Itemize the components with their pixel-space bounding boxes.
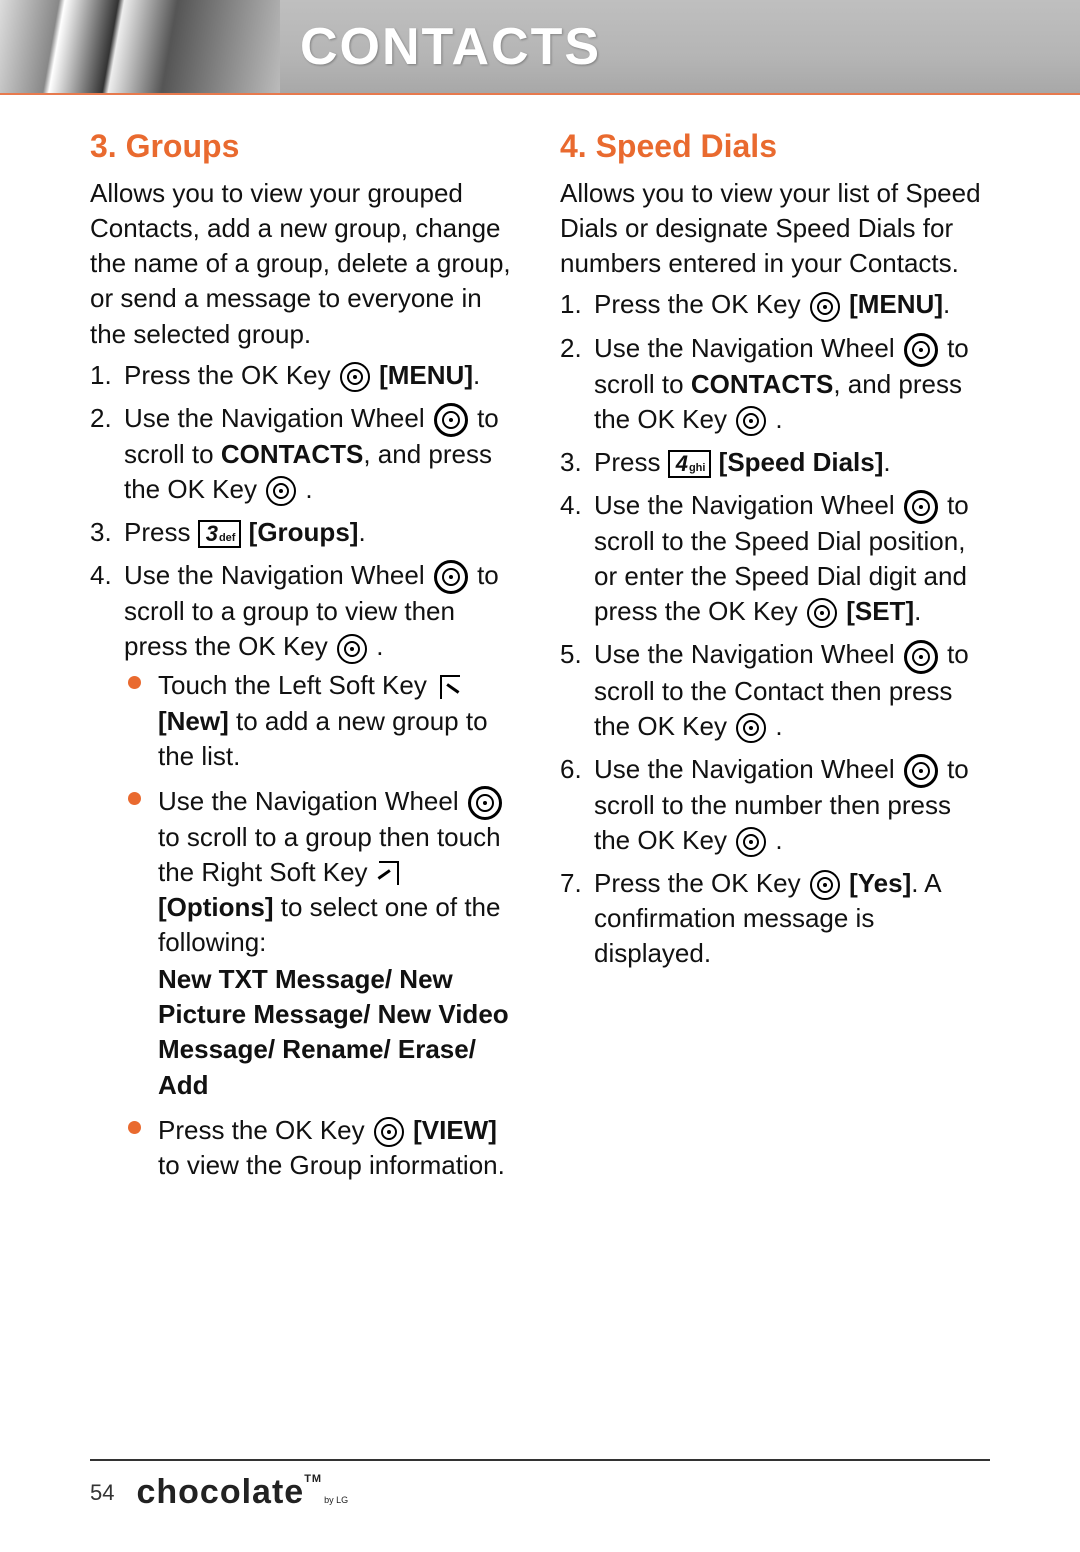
label: [Speed Dials] — [719, 447, 884, 477]
nav-wheel-icon — [434, 403, 468, 437]
groups-step-3: Press 3def [Groups]. — [90, 515, 520, 550]
text: to scroll to a group then touch the Righ… — [158, 822, 501, 887]
groups-intro: Allows you to view your grouped Contacts… — [90, 176, 520, 351]
text: Press the OK Key — [158, 1115, 372, 1145]
text: Press the OK Key — [594, 868, 808, 898]
keypad-3-icon: 3def — [198, 520, 242, 548]
key-num: 3 — [206, 523, 218, 545]
page-number: 54 — [90, 1480, 114, 1506]
text: Press — [124, 517, 198, 547]
ok-key-icon — [810, 292, 840, 322]
key-letters: ghi — [689, 463, 706, 474]
ok-key-icon — [266, 476, 296, 506]
groups-steps: Press the OK Key [MENU]. Use the Navigat… — [90, 358, 520, 1183]
groups-step-1: Press the OK Key [MENU]. — [90, 358, 520, 393]
section-title-speed-dials: 4. Speed Dials — [560, 125, 990, 168]
text: to view the Group information. — [158, 1150, 505, 1180]
ok-key-icon — [374, 1117, 404, 1147]
page-title: CONTACTS — [300, 17, 601, 77]
label: [SET] — [846, 596, 914, 626]
text: Press the OK Key — [124, 360, 338, 390]
speed-step-1: Press the OK Key [MENU]. — [560, 287, 990, 322]
groups-step-4: Use the Navigation Wheel to scroll to a … — [90, 558, 520, 1183]
bullet-icon — [128, 792, 141, 805]
speed-step-7: Press the OK Key [Yes]. A confirmation m… — [560, 866, 990, 971]
left-column: 3. Groups Allows you to view your groupe… — [90, 125, 520, 1193]
text: Press — [594, 447, 668, 477]
ok-key-icon — [810, 870, 840, 900]
label: CONTACTS — [221, 439, 364, 469]
text: . — [473, 360, 480, 390]
label: [Groups] — [249, 517, 359, 547]
label: [New] — [158, 706, 229, 736]
speed-dials-steps: Press the OK Key [MENU]. Use the Navigat… — [560, 287, 990, 971]
speed-step-2: Use the Navigation Wheel to scroll to CO… — [560, 331, 990, 437]
text: . — [914, 596, 921, 626]
text: Press the OK Key — [594, 289, 808, 319]
text: Use the Navigation Wheel — [594, 639, 902, 669]
groups-bullet-3: Press the OK Key [VIEW] to view the Grou… — [124, 1113, 520, 1183]
brand-logo: chocolateTMby LG — [136, 1473, 348, 1512]
nav-wheel-icon — [904, 640, 938, 674]
label: [Options] — [158, 892, 274, 922]
speed-step-5: Use the Navigation Wheel to scroll to th… — [560, 637, 990, 743]
text: Use the Navigation Wheel — [594, 333, 902, 363]
nav-wheel-icon — [434, 560, 468, 594]
brand-by: by LG — [324, 1495, 348, 1505]
nav-wheel-icon — [468, 786, 502, 820]
content-area: 3. Groups Allows you to view your groupe… — [0, 95, 1080, 1193]
ok-key-icon — [736, 406, 766, 436]
ok-key-icon — [736, 827, 766, 857]
ok-key-icon — [337, 634, 367, 664]
ok-key-icon — [807, 598, 837, 628]
bullet-icon — [128, 1121, 141, 1134]
text: . — [775, 404, 782, 434]
section-title-groups: 3. Groups — [90, 125, 520, 168]
nav-wheel-icon — [904, 333, 938, 367]
brand-tm: TM — [304, 1473, 322, 1485]
page-footer: 54 chocolateTMby LG — [90, 1459, 990, 1512]
text: Use the Navigation Wheel — [124, 560, 432, 590]
text: . — [775, 825, 782, 855]
nav-wheel-icon — [904, 490, 938, 524]
text: . — [775, 711, 782, 741]
keypad-4-icon: 4ghi — [668, 450, 712, 478]
page-header: CONTACTS — [0, 0, 1080, 95]
speed-step-3: Press 4ghi [Speed Dials]. — [560, 445, 990, 480]
text: . — [883, 447, 890, 477]
label: CONTACTS — [691, 369, 834, 399]
groups-step-2: Use the Navigation Wheel to scroll to CO… — [90, 401, 520, 507]
brand-name: chocolate — [136, 1473, 304, 1511]
speed-step-6: Use the Navigation Wheel to scroll to th… — [560, 752, 990, 858]
text: . — [358, 517, 365, 547]
text: . — [376, 631, 383, 661]
label: [MENU] — [379, 360, 473, 390]
text: Use the Navigation Wheel — [158, 786, 466, 816]
left-soft-key-icon — [436, 673, 462, 703]
speed-dials-intro: Allows you to view your list of Speed Di… — [560, 176, 990, 281]
right-soft-key-icon — [377, 859, 403, 889]
header-photo — [0, 0, 280, 94]
text: Use the Navigation Wheel — [594, 754, 902, 784]
options-list: New TXT Message/ New Picture Message/ Ne… — [158, 962, 520, 1102]
groups-bullet-2: Use the Navigation Wheel to scroll to a … — [124, 784, 520, 1103]
label: [MENU] — [849, 289, 943, 319]
bullet-icon — [128, 676, 141, 689]
ok-key-icon — [340, 362, 370, 392]
label: [VIEW] — [413, 1115, 497, 1145]
text: Use the Navigation Wheel — [594, 490, 902, 520]
nav-wheel-icon — [904, 754, 938, 788]
text: Touch the Left Soft Key — [158, 670, 434, 700]
groups-sublist: Touch the Left Soft Key [New] to add a n… — [124, 668, 520, 1182]
groups-bullet-1: Touch the Left Soft Key [New] to add a n… — [124, 668, 520, 773]
key-num: 4 — [676, 453, 688, 475]
label: [Yes] — [849, 868, 911, 898]
text: Use the Navigation Wheel — [124, 403, 432, 433]
text: . — [943, 289, 950, 319]
ok-key-icon — [736, 713, 766, 743]
key-letters: def — [219, 533, 236, 544]
text: . — [305, 474, 312, 504]
speed-step-4: Use the Navigation Wheel to scroll to th… — [560, 488, 990, 629]
right-column: 4. Speed Dials Allows you to view your l… — [560, 125, 990, 1193]
